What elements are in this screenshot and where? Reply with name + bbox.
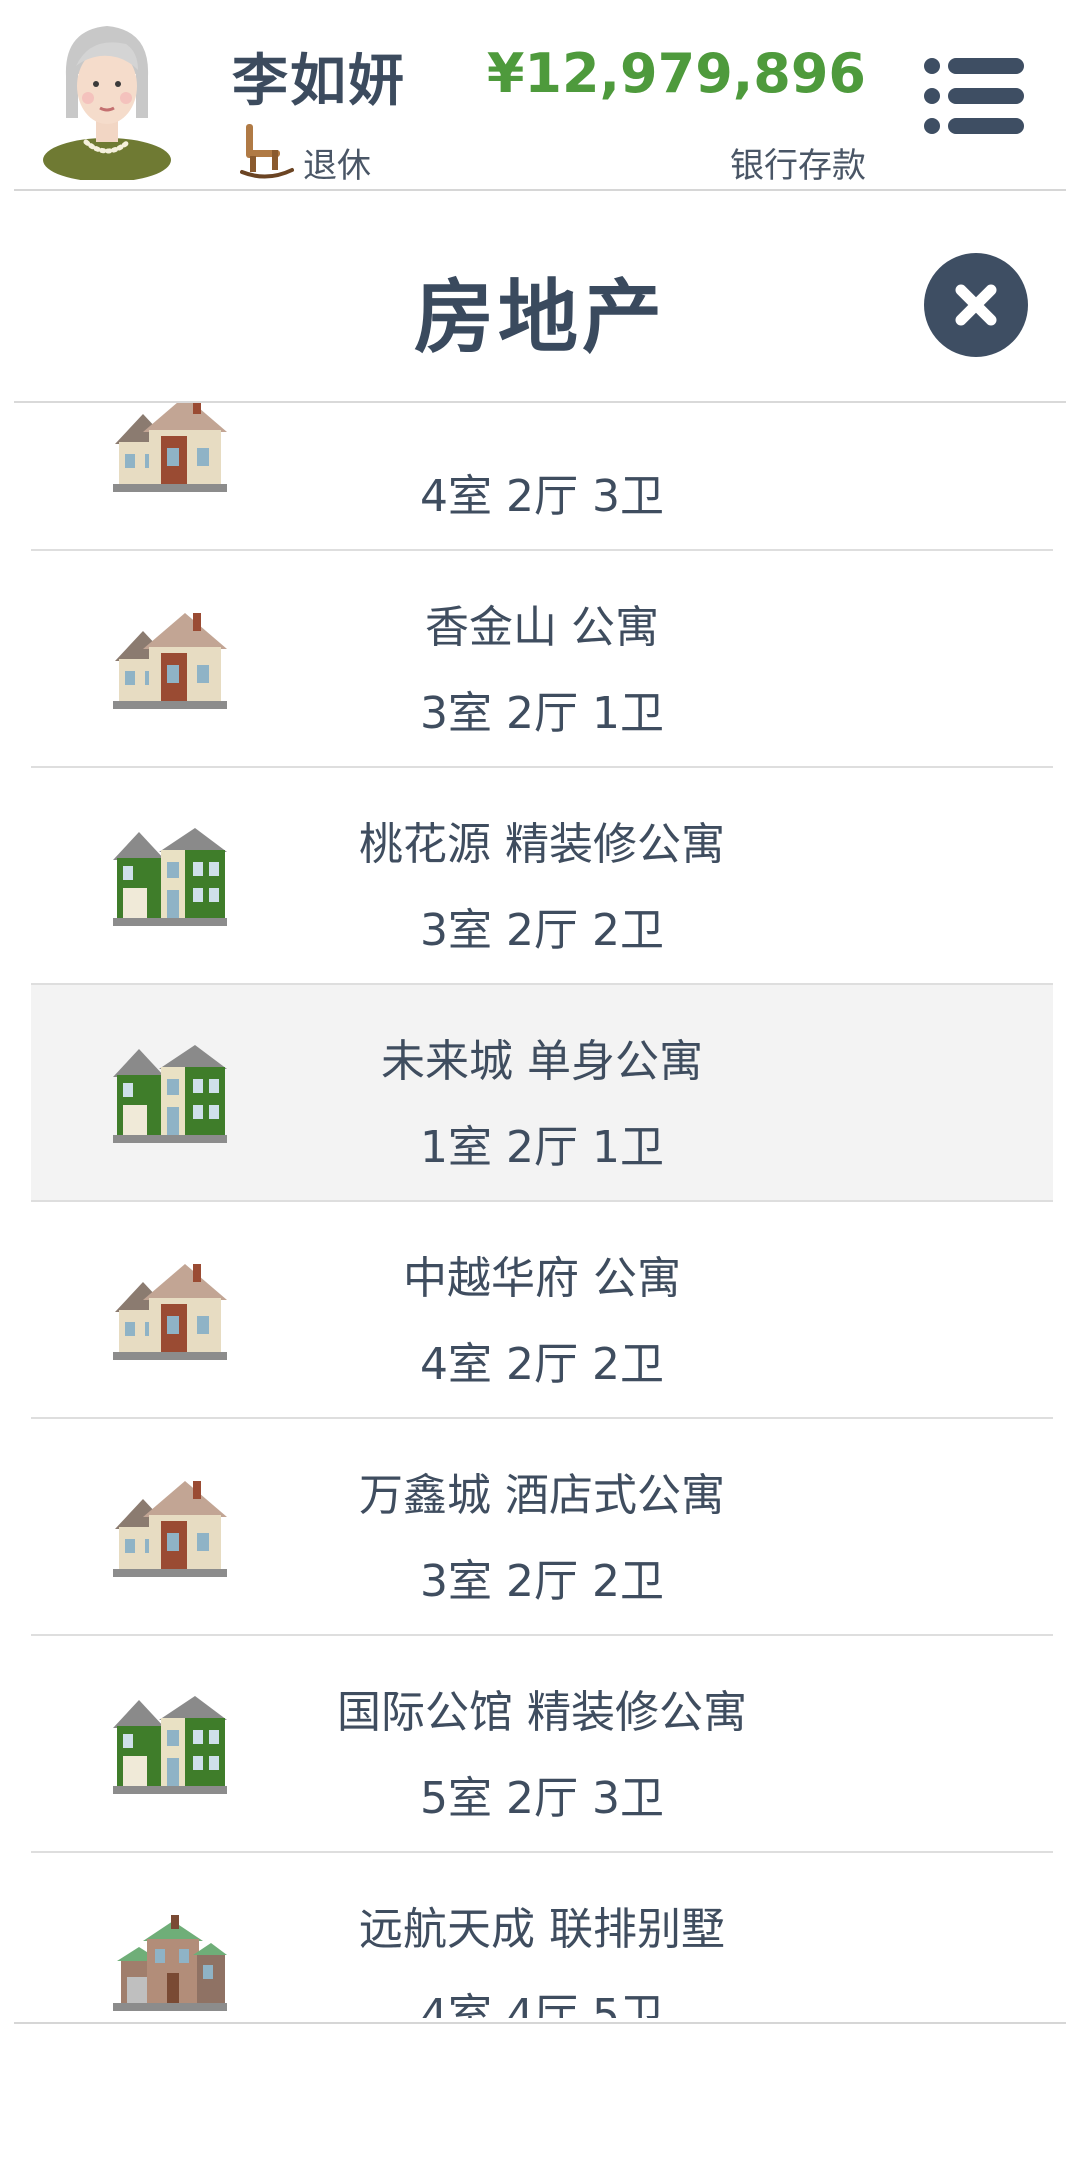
footer-divider (14, 2022, 1066, 2024)
property-name: 中越华府 公寓 (403, 1253, 681, 1304)
property-list-item[interactable]: 万鑫城 酒店式公寓 3室 2厅 2卫 (31, 1419, 1053, 1636)
property-list-item[interactable]: 香金山 公寓 3室 2厅 1卫 (31, 551, 1053, 768)
property-rooms: 3室 2厅 2卫 (420, 1556, 664, 1607)
page-title: 房地产 (414, 271, 666, 364)
property-rooms: 1室 2厅 1卫 (420, 1122, 664, 1173)
property-rooms: 4室 2厅 3卫 (420, 471, 664, 522)
bank-balance: ¥12,979,896 (486, 42, 866, 105)
property-rooms: 3室 2厅 1卫 (420, 688, 664, 739)
property-name: 未来城 单身公寓 (381, 1036, 703, 1087)
property-name: 桃花源 精装修公寓 (359, 819, 725, 870)
property-rooms: 4室 2厅 2卫 (420, 1339, 664, 1390)
rocking-chair-icon (240, 124, 294, 179)
property-rooms: 3室 2厅 2卫 (420, 905, 664, 956)
property-list[interactable]: 4室 2厅 3卫 香金山 公寓 3室 2厅 1卫 桃花源 精装修公寓 3室 2厅 2卫未… (14, 403, 1066, 2018)
property-rooms: 4室 4厅 5卫 (420, 1990, 664, 2018)
property-name: 远航天成 联排别墅 (359, 1904, 725, 1955)
status-label: 退休 (303, 146, 371, 186)
property-rooms: 5室 2厅 3卫 (420, 1773, 664, 1824)
top-status-bar: 李如妍 退休 ¥12,979,896 银行存款 (0, 0, 1080, 190)
title-bar: 房地产 (14, 191, 1066, 401)
bank-balance-label: 银行存款 (730, 146, 866, 186)
property-list-item[interactable]: 国际公馆 精装修公寓 5室 2厅 3卫 (31, 1636, 1053, 1853)
property-name: 万鑫城 酒店式公寓 (359, 1470, 725, 1521)
property-list-item[interactable]: 桃花源 精装修公寓 3室 2厅 2卫 (31, 768, 1053, 985)
player-name: 李如妍 (232, 49, 406, 114)
close-icon (955, 284, 997, 326)
property-list-item[interactable]: 远航天成 联排别墅 4室 4厅 5卫 (31, 1853, 1053, 2018)
property-list-items: 4室 2厅 3卫 香金山 公寓 3室 2厅 1卫 桃花源 精装修公寓 3室 2厅 2卫未… (31, 403, 1053, 2018)
property-list-item[interactable]: 中越华府 公寓 4室 2厅 2卫 (31, 1202, 1053, 1419)
menu-list-icon[interactable] (922, 56, 1026, 136)
avatar[interactable] (40, 14, 174, 180)
property-list-item[interactable]: 未来城 单身公寓 1室 2厅 1卫 (31, 985, 1053, 1202)
property-name: 国际公馆 精装修公寓 (337, 1687, 747, 1738)
property-name: 香金山 公寓 (425, 602, 659, 653)
property-list-item[interactable]: 4室 2厅 3卫 (31, 403, 1053, 551)
close-button[interactable] (924, 253, 1028, 357)
